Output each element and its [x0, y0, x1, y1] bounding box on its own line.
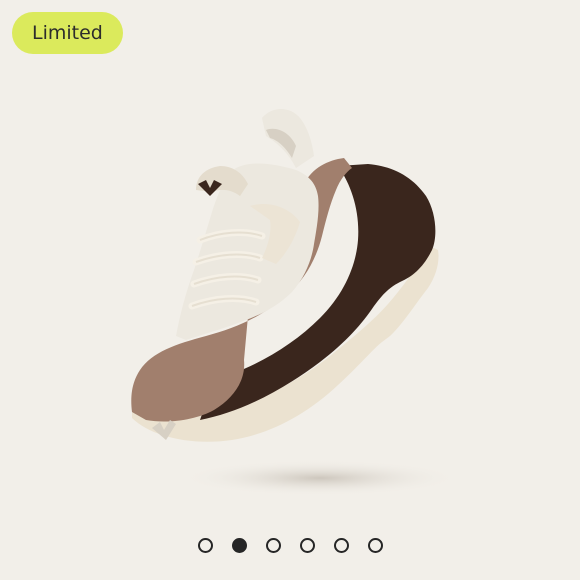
- carousel-dot-5[interactable]: [333, 538, 349, 553]
- carousel-dot-4[interactable]: [299, 538, 315, 553]
- carousel-dot-6[interactable]: [367, 538, 383, 553]
- carousel-dot-3[interactable]: [265, 538, 281, 553]
- product-image[interactable]: [0, 0, 580, 530]
- product-gallery: Limited: [0, 0, 580, 580]
- carousel-dot-1[interactable]: [197, 538, 213, 553]
- carousel-indicators: [0, 538, 580, 553]
- carousel-dot-2[interactable]: [231, 538, 247, 553]
- shoe-shadow: [180, 460, 460, 496]
